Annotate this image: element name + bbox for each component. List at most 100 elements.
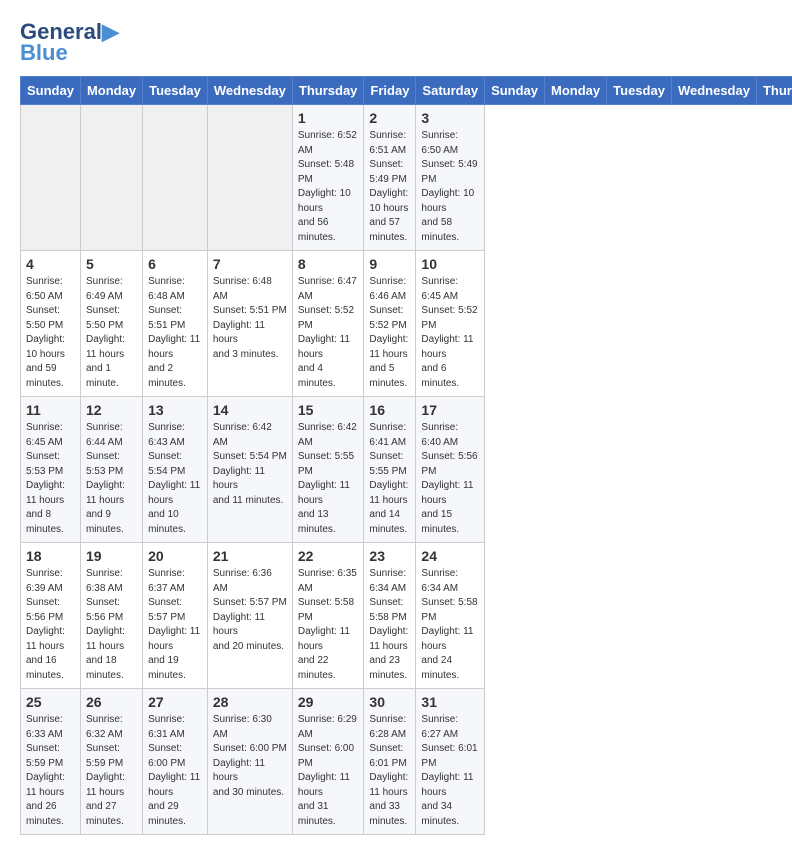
- calendar-cell: 11Sunrise: 6:45 AM Sunset: 5:53 PM Dayli…: [21, 397, 81, 543]
- calendar-cell: [21, 105, 81, 251]
- calendar-cell: 13Sunrise: 6:43 AM Sunset: 5:54 PM Dayli…: [143, 397, 208, 543]
- calendar-cell: 1 Sunrise: 6:52 AM Sunset: 5:48 PM Daylig…: [292, 105, 364, 251]
- day-number: 19: [86, 548, 137, 564]
- day-info: Sunrise: 6:35 AM Sunset: 5:58 PM Dayligh…: [298, 567, 359, 683]
- day-info: Sunrise: 6:47 AM Sunset: 5:52 PM Dayligh…: [298, 275, 359, 391]
- calendar-cell: 27 Sunrise: 6:31 AM Sunset: 6:00 PM Dayli…: [143, 689, 208, 835]
- header-saturday: Saturday: [416, 77, 485, 105]
- calendar-week-1: 1 Sunrise: 6:52 AM Sunset: 5:48 PM Daylig…: [21, 105, 792, 251]
- calendar-cell: 16Sunrise: 6:41 AM Sunset: 5:55 PM Dayli…: [364, 397, 416, 543]
- calendar-table: SundayMondayTuesdayWednesdayThursdayFrid…: [20, 76, 792, 835]
- day-number: 25: [26, 694, 75, 710]
- day-number: 23: [369, 548, 410, 564]
- calendar-cell: 5 Sunrise: 6:49 AM Sunset: 5:50 PM Daylig…: [80, 251, 142, 397]
- calendar-cell: 23 Sunrise: 6:34 AM Sunset: 5:58 PM Dayli…: [364, 543, 416, 689]
- day-info: Sunrise: 6:52 AM Sunset: 5:48 PM Dayligh…: [298, 129, 359, 245]
- calendar-cell: 9 Sunrise: 6:46 AM Sunset: 5:52 PM Daylig…: [364, 251, 416, 397]
- day-number: 22: [298, 548, 359, 564]
- day-number: 24: [421, 548, 479, 564]
- day-info: Sunrise: 6:34 AM Sunset: 5:58 PM Dayligh…: [369, 567, 410, 683]
- day-number: 11: [26, 402, 75, 418]
- calendar-cell: 25 Sunrise: 6:33 AM Sunset: 5:59 PM Dayli…: [21, 689, 81, 835]
- calendar-cell: 2Sunrise: 6:51 AM Sunset: 5:49 PM Daylig…: [364, 105, 416, 251]
- day-info: Sunrise: 6:43 AM Sunset: 5:54 PM Dayligh…: [148, 421, 202, 537]
- day-info: Sunrise: 6:49 AM Sunset: 5:50 PM Dayligh…: [86, 275, 137, 391]
- day-number: 7: [213, 256, 287, 272]
- day-number: 17: [421, 402, 479, 418]
- calendar-cell: [143, 105, 208, 251]
- day-info: Sunrise: 6:37 AM Sunset: 5:57 PM Dayligh…: [148, 567, 202, 683]
- day-info: Sunrise: 6:50 AM Sunset: 5:49 PM Dayligh…: [421, 129, 479, 245]
- day-info: Sunrise: 6:50 AM Sunset: 5:50 PM Dayligh…: [26, 275, 75, 391]
- calendar-cell: 7 Sunrise: 6:48 AM Sunset: 5:51 PM Daylig…: [207, 251, 292, 397]
- header-friday: Friday: [364, 77, 416, 105]
- day-info: Sunrise: 6:51 AM Sunset: 5:49 PM Dayligh…: [369, 129, 410, 245]
- col-header-tuesday: Tuesday: [607, 77, 672, 105]
- day-info: Sunrise: 6:45 AM Sunset: 5:52 PM Dayligh…: [421, 275, 479, 391]
- day-number: 6: [148, 256, 202, 272]
- day-number: 9: [369, 256, 410, 272]
- day-number: 14: [213, 402, 287, 418]
- col-header-wednesday: Wednesday: [671, 77, 756, 105]
- col-header-sunday: Sunday: [485, 77, 545, 105]
- day-number: 8: [298, 256, 359, 272]
- calendar-cell: 4 Sunrise: 6:50 AM Sunset: 5:50 PM Daylig…: [21, 251, 81, 397]
- day-info: Sunrise: 6:36 AM Sunset: 5:57 PM Dayligh…: [213, 567, 287, 654]
- day-info: Sunrise: 6:46 AM Sunset: 5:52 PM Dayligh…: [369, 275, 410, 391]
- day-info: Sunrise: 6:29 AM Sunset: 6:00 PM Dayligh…: [298, 713, 359, 829]
- calendar-cell: 3Sunrise: 6:50 AM Sunset: 5:49 PM Daylig…: [416, 105, 485, 251]
- header-sunday: Sunday: [21, 77, 81, 105]
- calendar-cell: 17 Sunrise: 6:40 AM Sunset: 5:56 PM Dayli…: [416, 397, 485, 543]
- col-header-thursday: Thursday: [756, 77, 792, 105]
- calendar-cell: 22 Sunrise: 6:35 AM Sunset: 5:58 PM Dayli…: [292, 543, 364, 689]
- calendar-cell: 12 Sunrise: 6:44 AM Sunset: 5:53 PM Dayli…: [80, 397, 142, 543]
- day-number: 12: [86, 402, 137, 418]
- calendar-cell: [207, 105, 292, 251]
- day-number: 15: [298, 402, 359, 418]
- header-monday: Monday: [80, 77, 142, 105]
- calendar-cell: 10 Sunrise: 6:45 AM Sunset: 5:52 PM Dayli…: [416, 251, 485, 397]
- logo: General▶ Blue: [20, 20, 119, 66]
- day-number: 26: [86, 694, 137, 710]
- day-number: 18: [26, 548, 75, 564]
- day-info: Sunrise: 6:40 AM Sunset: 5:56 PM Dayligh…: [421, 421, 479, 537]
- calendar-cell: 19Sunrise: 6:38 AM Sunset: 5:56 PM Dayli…: [80, 543, 142, 689]
- calendar-cell: 30 Sunrise: 6:28 AM Sunset: 6:01 PM Dayli…: [364, 689, 416, 835]
- day-number: 10: [421, 256, 479, 272]
- day-number: 20: [148, 548, 202, 564]
- day-info: Sunrise: 6:48 AM Sunset: 5:51 PM Dayligh…: [148, 275, 202, 391]
- calendar-cell: [80, 105, 142, 251]
- day-number: 30: [369, 694, 410, 710]
- day-info: Sunrise: 6:48 AM Sunset: 5:51 PM Dayligh…: [213, 275, 287, 362]
- calendar-cell: 8 Sunrise: 6:47 AM Sunset: 5:52 PM Daylig…: [292, 251, 364, 397]
- header-tuesday: Tuesday: [143, 77, 208, 105]
- day-number: 27: [148, 694, 202, 710]
- day-number: 16: [369, 402, 410, 418]
- day-number: 21: [213, 548, 287, 564]
- calendar-header-row: SundayMondayTuesdayWednesdayThursdayFrid…: [21, 77, 792, 105]
- calendar-week-2: 4 Sunrise: 6:50 AM Sunset: 5:50 PM Daylig…: [21, 251, 792, 397]
- day-info: Sunrise: 6:28 AM Sunset: 6:01 PM Dayligh…: [369, 713, 410, 829]
- calendar-week-3: 11Sunrise: 6:45 AM Sunset: 5:53 PM Dayli…: [21, 397, 792, 543]
- day-info: Sunrise: 6:31 AM Sunset: 6:00 PM Dayligh…: [148, 713, 202, 829]
- day-info: Sunrise: 6:34 AM Sunset: 5:58 PM Dayligh…: [421, 567, 479, 683]
- col-header-monday: Monday: [545, 77, 607, 105]
- calendar-cell: 6 Sunrise: 6:48 AM Sunset: 5:51 PM Daylig…: [143, 251, 208, 397]
- page-header: General▶ Blue: [20, 20, 772, 66]
- calendar-cell: 18 Sunrise: 6:39 AM Sunset: 5:56 PM Dayli…: [21, 543, 81, 689]
- day-number: 31: [421, 694, 479, 710]
- day-number: 5: [86, 256, 137, 272]
- day-info: Sunrise: 6:33 AM Sunset: 5:59 PM Dayligh…: [26, 713, 75, 829]
- day-number: 28: [213, 694, 287, 710]
- calendar-cell: 31Sunrise: 6:27 AM Sunset: 6:01 PM Dayli…: [416, 689, 485, 835]
- calendar-cell: 24 Sunrise: 6:34 AM Sunset: 5:58 PM Dayli…: [416, 543, 485, 689]
- day-number: 1: [298, 110, 359, 126]
- day-info: Sunrise: 6:42 AM Sunset: 5:55 PM Dayligh…: [298, 421, 359, 537]
- calendar-cell: 29Sunrise: 6:29 AM Sunset: 6:00 PM Dayli…: [292, 689, 364, 835]
- calendar-cell: 21 Sunrise: 6:36 AM Sunset: 5:57 PM Dayli…: [207, 543, 292, 689]
- day-info: Sunrise: 6:39 AM Sunset: 5:56 PM Dayligh…: [26, 567, 75, 683]
- day-number: 4: [26, 256, 75, 272]
- calendar-cell: 28 Sunrise: 6:30 AM Sunset: 6:00 PM Dayli…: [207, 689, 292, 835]
- day-info: Sunrise: 6:44 AM Sunset: 5:53 PM Dayligh…: [86, 421, 137, 537]
- day-info: Sunrise: 6:30 AM Sunset: 6:00 PM Dayligh…: [213, 713, 287, 800]
